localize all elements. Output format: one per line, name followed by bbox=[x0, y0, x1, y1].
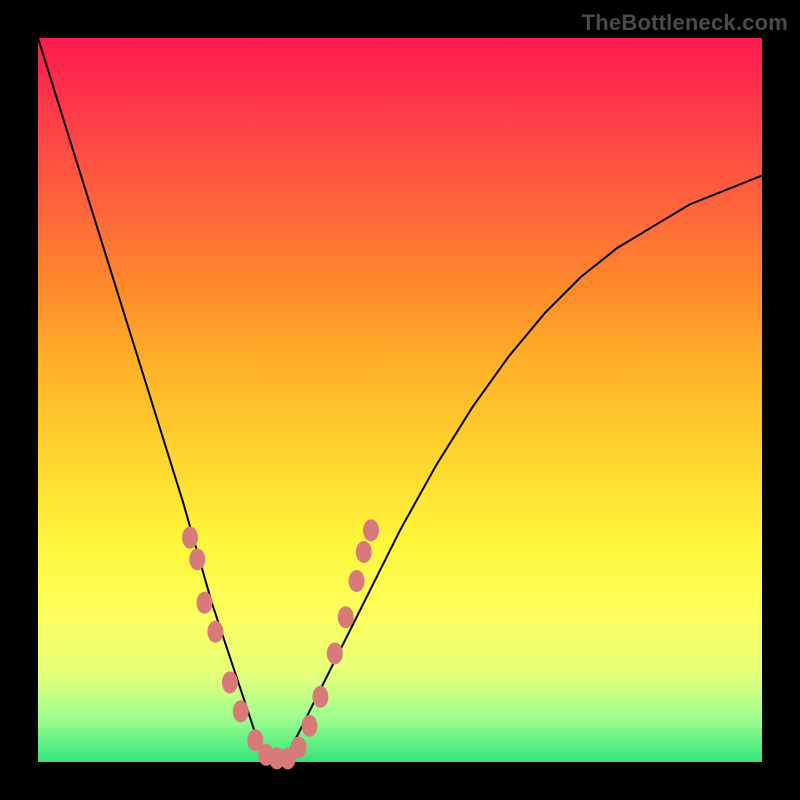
marker-bead bbox=[349, 570, 365, 592]
marker-bead bbox=[197, 592, 213, 614]
marker-bead bbox=[233, 700, 249, 722]
bottleneck-curve-path bbox=[38, 38, 762, 762]
marker-bead bbox=[222, 671, 238, 693]
marker-bead bbox=[189, 548, 205, 570]
marker-bead bbox=[291, 737, 307, 759]
marker-bead bbox=[207, 621, 223, 643]
marker-bead bbox=[327, 642, 343, 664]
marker-bead bbox=[312, 686, 328, 708]
marker-bead bbox=[182, 527, 198, 549]
curve-line bbox=[38, 38, 762, 762]
marker-bead bbox=[363, 519, 379, 541]
curve-markers bbox=[182, 519, 379, 769]
marker-bead bbox=[356, 541, 372, 563]
chart-svg bbox=[0, 0, 800, 800]
marker-bead bbox=[302, 715, 318, 737]
marker-bead bbox=[338, 606, 354, 628]
